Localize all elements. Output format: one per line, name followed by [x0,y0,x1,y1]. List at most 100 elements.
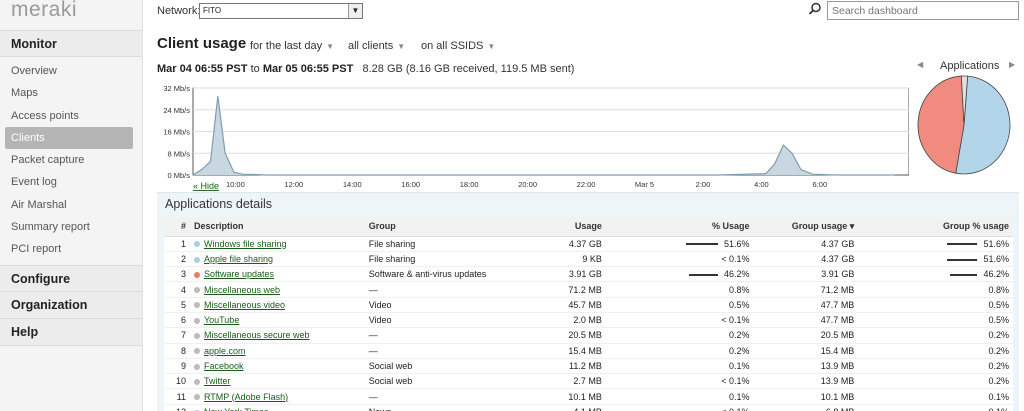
group-pct-value: 0.2% [988,345,1009,356]
sidebar-item-maps[interactable]: Maps [0,82,142,104]
table-row[interactable]: 11 RTMP (Adobe Flash) —10.1 MB 0.1% 10.1 MB 0… [164,388,1013,405]
x-tick-label: 2:00 [696,180,711,189]
table-row[interactable]: 5 Miscellaneous video Video 45.7 MB 0.5% 47.7… [164,297,1013,313]
row-number: 3 [164,266,190,283]
group-pct-cell: 46.2% [858,266,1013,283]
group-pct-value: 0.2% [988,376,1009,387]
group-pct-value: 51.6% [983,238,1009,249]
sidebar-item-summary-report[interactable]: Summary report [0,216,142,238]
sidebar-item-access-points[interactable]: Access points [0,105,142,127]
nav-section-configure[interactable]: Configure [0,264,142,292]
search-icon[interactable] [808,2,822,16]
sidebar: meraki Monitor Overview Maps Access points… [0,0,143,411]
row-number: 9 [164,358,190,375]
hide-chart-link[interactable]: « Hide [193,181,219,191]
date-range: Mar 04 06:55 PST to Mar 05 06:55 PST 8.2… [157,63,574,75]
y-tick-label: 32 Mb/s [163,84,190,93]
table-row[interactable]: 9 Facebook Social web 11.2 MB 0.1% 13.9 MB 0.2… [164,358,1013,375]
col-group[interactable]: Group [364,217,565,237]
ssid-filter-label: on all SSIDS [421,40,484,52]
app-link[interactable]: RTMP (Adobe Flash) [204,392,288,402]
pie-next-icon[interactable]: ▶ [1009,60,1015,69]
description-cell: Miscellaneous video [189,297,365,313]
x-tick-label: 14:00 [343,180,362,189]
nav-section-help[interactable]: Help [0,318,142,346]
app-link[interactable]: YouTube [204,315,239,325]
group-pct-value: 0.5% [988,299,1009,310]
client-filter[interactable]: all clients ▼ [348,40,405,52]
nav-section-monitor[interactable]: Monitor [0,30,142,57]
pct-usage-cell: 0.5% [605,297,754,313]
app-link[interactable]: Apple file sharing [204,254,273,264]
group-cell: Software & anti-virus updates [364,266,565,283]
table-row[interactable]: 2 Apple file sharing File sharing 9 KB < 0.1… [164,251,1013,268]
col-usage[interactable]: Usage [564,217,606,237]
app-link[interactable]: New York Times [204,407,269,411]
app-link[interactable]: Miscellaneous secure web [204,330,310,340]
applications-table-body: 1 Windows file sharing File sharing 4.37 GB… [164,236,1013,411]
app-link[interactable]: Facebook [204,361,244,371]
network-select[interactable]: FITO ▼ [199,3,363,19]
chevron-down-icon: ▼ [326,42,335,51]
nav-section-organization[interactable]: Organization [0,291,142,319]
app-link[interactable]: Miscellaneous video [204,300,285,310]
table-row[interactable]: 8 apple.com —15.4 MB 0.2% 15.4 MB 0.2% [164,343,1013,359]
row-number: 6 [164,312,190,329]
app-link[interactable]: Miscellaneous web [204,285,280,295]
app-link[interactable]: Twitter [204,376,231,386]
table-row[interactable]: 12 New York Times News4.1 MB < 0.1% 6.8 MB 0.… [164,404,1013,411]
sidebar-item-event-log[interactable]: Event log [0,171,142,193]
x-tick-label: 16:00 [401,180,420,189]
usage-cell: 9 KB [564,251,606,268]
table-row[interactable]: 10 Twitter Social web 2.7 MB < 0.1% 13.9 MB 0.… [164,373,1013,390]
sidebar-item-air-marshal[interactable]: Air Marshal [0,194,142,216]
col-group-pct-usage[interactable]: Group % usage [858,217,1013,237]
x-tick-label: 6:00 [813,180,828,189]
page-title: Client usage [157,35,247,52]
col-pct-usage[interactable]: % Usage [605,217,754,237]
usage-cell: 4.37 GB [564,236,606,252]
sidebar-item-packet-capture[interactable]: Packet capture [0,149,142,171]
group-cell: News [364,404,565,411]
table-row[interactable]: 7 Miscellaneous secure web —20.5 MB 0.2% 20.… [164,327,1013,344]
time-range-filter[interactable]: for the last day ▼ [250,40,334,52]
pct-usage-cell: < 0.1% [605,312,754,329]
sidebar-item-pci-report[interactable]: PCI report [0,238,142,260]
group-pct-value: 0.8% [988,284,1009,295]
row-number: 5 [164,297,190,313]
description-cell: Facebook [189,358,365,375]
col-number[interactable]: # [164,217,190,237]
group-pct-cell: 0.5% [858,297,1013,313]
sidebar-item-overview[interactable]: Overview [0,60,142,82]
table-row[interactable]: 3 Software updates Software & anti-virus u… [164,266,1013,283]
pct-usage-value: < 0.1% [721,315,750,326]
pct-usage-value: 0.1% [728,361,750,372]
app-color-dot [193,241,200,248]
table-row[interactable]: 6 YouTube Video 2.0 MB < 0.1% 47.7 MB 0.5% [164,312,1013,329]
table-row[interactable]: 4 Miscellaneous web —71.2 MB 0.8% 71.2 MB 0.8… [164,281,1013,298]
app-link[interactable]: apple.com [204,346,246,356]
search-input[interactable] [827,1,1019,20]
app-color-dot [193,333,200,340]
col-group-usage[interactable]: Group usage ▾ [753,217,859,237]
meraki-logo[interactable]: meraki [0,0,142,30]
row-number: 12 [164,404,190,411]
usage-cell: 3.91 GB [564,266,606,283]
pct-usage-value: 51.6% [723,238,750,249]
app-link[interactable]: Windows file sharing [204,239,287,249]
app-link[interactable]: Software updates [204,269,274,279]
pct-usage-value: < 0.1% [721,253,750,264]
group-usage-cell: 3.91 GB [753,266,859,283]
col-description[interactable]: Description [189,217,365,237]
applications-title: Applications details [165,197,273,211]
group-pct-cell: 0.2% [858,343,1013,359]
ssid-filter[interactable]: on all SSIDS ▼ [421,40,495,52]
group-pct-value: 0.1% [988,391,1009,402]
description-cell: Miscellaneous web [189,281,365,298]
row-number: 1 [164,236,190,252]
table-row[interactable]: 1 Windows file sharing File sharing 4.37 GB… [164,236,1013,252]
app-color-dot [193,317,200,324]
group-pct-value: 0.5% [988,315,1009,326]
pie-prev-icon[interactable]: ◀ [917,60,923,69]
sidebar-item-clients[interactable]: Clients [5,126,133,150]
